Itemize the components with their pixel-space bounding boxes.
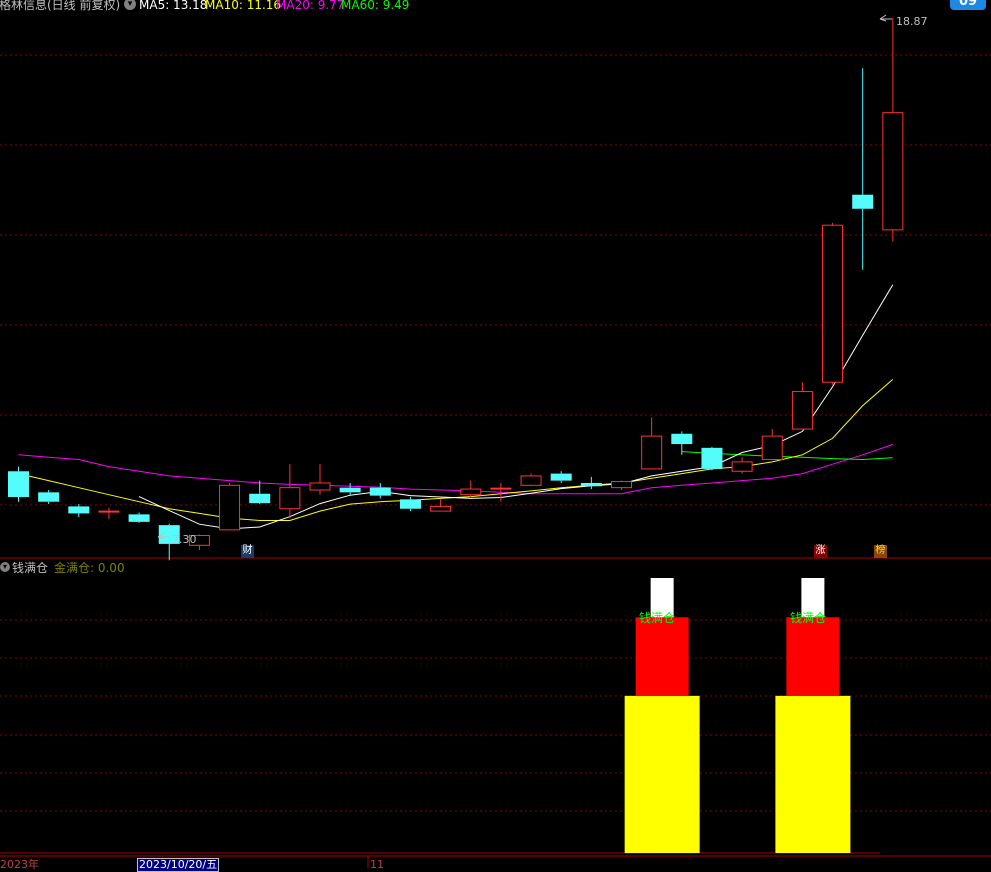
timeline-year: 2023年 <box>0 858 39 871</box>
candle-body <box>822 224 844 383</box>
candle-body <box>128 514 150 522</box>
signal-label: 钱满仓 <box>639 610 675 625</box>
candle-body <box>641 435 663 470</box>
signal-bar-yellow <box>624 695 700 853</box>
marker-zhang[interactable]: 涨 <box>814 545 827 558</box>
marker-cai[interactable]: 财 <box>241 545 254 558</box>
low-price-label: 7.30 <box>172 533 197 546</box>
ma10-legend: MA10: 11.16 <box>205 0 282 12</box>
signal-bar-red <box>786 617 840 696</box>
timeline-date[interactable]: 2023/10/20/五 <box>137 858 220 872</box>
candle-body <box>791 391 813 430</box>
candle-body <box>8 471 29 498</box>
candle-body <box>852 194 874 209</box>
candle-body <box>309 482 331 491</box>
candle-body <box>671 433 693 445</box>
candle-body <box>520 475 542 486</box>
candle-body <box>550 473 572 481</box>
indicator-name: 钱满仓 <box>12 561 49 575</box>
ma60-legend: MA60: 9.49 <box>341 0 410 12</box>
candle-body <box>490 487 512 490</box>
candle-body <box>369 487 391 496</box>
candle-body <box>279 487 301 510</box>
candle-body <box>611 481 632 489</box>
candle-body <box>430 505 452 512</box>
annotations: 18.87 7.30 钱满仓 钱满仓 <box>157 14 928 625</box>
candle-body <box>761 435 783 461</box>
candle-body <box>38 492 60 502</box>
signal-bar-red <box>635 617 689 696</box>
timeline-month: 11 <box>370 858 384 871</box>
high-arrow-icon <box>879 14 892 22</box>
indicator-value: 金满仓: 0.00 <box>54 561 125 575</box>
indicator-chevron-icon[interactable]: ▾ <box>0 562 10 572</box>
candle-body <box>460 488 482 496</box>
high-price-label: 18.87 <box>896 15 928 28</box>
ma20-line <box>18 444 893 495</box>
badge[interactable]: 09 <box>950 0 986 10</box>
candle-body <box>731 461 753 472</box>
candle-body <box>249 493 271 504</box>
candle-body <box>339 487 361 493</box>
signal-bar-yellow <box>775 695 851 853</box>
candle-body <box>68 506 90 514</box>
marker-bang[interactable]: 榜 <box>874 545 887 558</box>
candle-body <box>98 510 120 513</box>
signal-label: 钱满仓 <box>790 610 826 625</box>
ma10-line <box>18 379 894 521</box>
chart-area[interactable]: 18.87 7.30 钱满仓 钱满仓 <box>0 0 991 868</box>
ma5-legend: MA5: 13.18 <box>139 0 208 12</box>
candle-body <box>882 112 904 231</box>
ma20-legend: MA20: 9.77 <box>276 0 345 12</box>
candle-body <box>219 484 241 531</box>
stock-title: 格林信息(日线 前复权) <box>0 0 121 12</box>
moving-average-lines <box>18 284 894 530</box>
candle-body <box>399 499 421 509</box>
candle-body <box>701 447 723 469</box>
candle-body <box>580 482 602 487</box>
